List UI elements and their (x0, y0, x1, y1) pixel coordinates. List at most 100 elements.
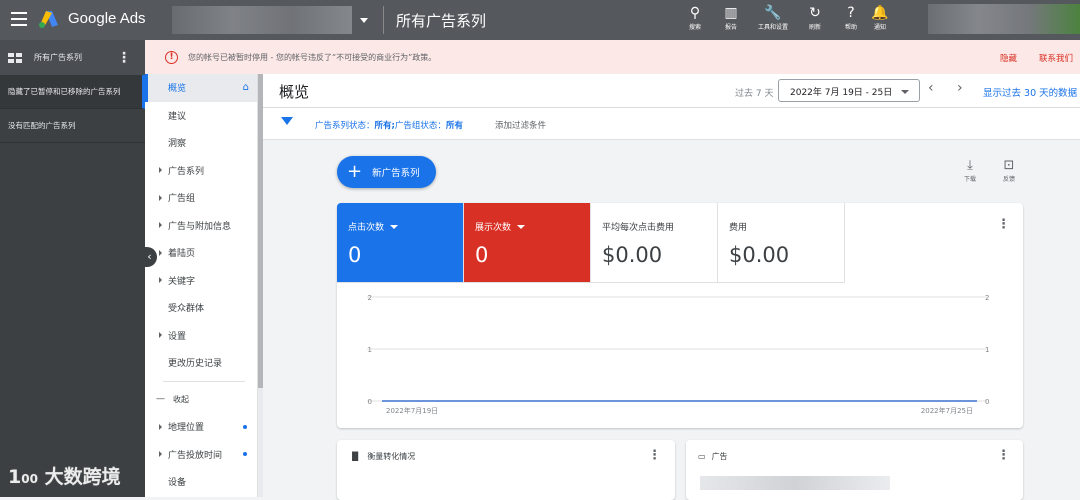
metric-tile[interactable]: 平均每次点击费用 $0.00 (591, 203, 718, 283)
active-filters[interactable]: 广告系列状态：所有;广告组状态：所有 (315, 119, 463, 131)
nav-label: 广告组 (168, 194, 196, 205)
expand-icon (159, 249, 162, 256)
metric-label: 点击次数 (348, 223, 385, 233)
tool-wrench[interactable]: 🔧 工具和设置 (753, 5, 793, 31)
nav-item[interactable]: 更改历史记录 (145, 349, 257, 377)
nav-item[interactable]: 地理位置 (145, 413, 257, 441)
more-vert-icon[interactable]: ⋮ (997, 448, 1010, 463)
contact-link[interactable]: 联系我们 (1039, 52, 1073, 64)
tool-report[interactable]: ▥ 报告 (711, 5, 751, 31)
bar-chart-icon: ▐▌ (349, 452, 362, 461)
y-tick-right: 0 (985, 398, 989, 406)
nav-label: 地理位置 (168, 423, 205, 434)
indicator-dot (243, 424, 247, 429)
add-filter-button[interactable]: 添加过滤条件 (495, 119, 546, 131)
overview-title: 概览 (279, 83, 310, 101)
pane-item[interactable]: 隐藏了已暂停和已移除的广告系列 (0, 75, 145, 109)
hide-link[interactable]: 隐藏 (1000, 52, 1017, 64)
metric-tile[interactable]: 费用 $0.00 (718, 203, 845, 283)
campaign-pane-header[interactable]: 所有广告系列 ⋮ (0, 40, 145, 75)
feedback-button[interactable]: ⊡ 反馈 (997, 158, 1021, 184)
metric-label: 费用 (729, 223, 748, 233)
metric-tile[interactable]: 点击次数 0 (337, 203, 464, 283)
nav-item[interactable]: 广告投放时间 (145, 441, 257, 469)
bell-icon: 🔔 (871, 5, 889, 21)
nav-item[interactable]: 广告与附加信息 (145, 212, 257, 240)
tool-search[interactable]: ⚲ 搜索 (675, 5, 715, 31)
nav-label: 关键字 (168, 276, 196, 287)
divider (163, 380, 245, 382)
new-campaign-button[interactable]: + 新广告系列 (337, 156, 436, 188)
ads-card: ▭ 广告 ⋮ (686, 440, 1023, 500)
alert-message: 您的帐号已被暂时停用 - 您的帐号违反了“不可接受的商业行为”政策。 (188, 52, 437, 62)
nav-item[interactable]: 设置 (145, 322, 257, 350)
account-dropdown-icon[interactable] (360, 18, 368, 23)
y-tick-right: 1 (985, 346, 989, 354)
filter-bar: 广告系列状态：所有;广告组状态：所有 添加过滤条件 (263, 108, 1080, 140)
prev-period-icon[interactable]: ‹ (928, 80, 934, 96)
tool-label: 刷新 (808, 24, 821, 31)
performance-card: 点击次数 0 展示次数 0 平均每次点击费用 $0.00 费用 $0.00 ⋮ 0 0 1 1 2 2 2… (337, 203, 1023, 428)
nav-item[interactable]: 建议 (145, 102, 257, 130)
blurred-content (700, 476, 890, 490)
nav-item[interactable]: 着陆页 (145, 239, 257, 267)
expand-icon (159, 167, 162, 174)
filter-icon[interactable] (281, 117, 293, 125)
nav-item[interactable]: 概览 ⌂ (145, 74, 257, 102)
filter-label: 广告系列状态： (315, 121, 375, 131)
y-tick-left: 0 (368, 398, 372, 406)
watermark-logo: 100 大数跨境 (8, 466, 121, 488)
search-icon: ⚲ (689, 5, 701, 21)
ad-icon: ▭ (698, 452, 706, 461)
x-tick-label: 2022年7月25日 (921, 406, 973, 415)
more-vert-icon[interactable]: ⋮ (648, 448, 661, 463)
refresh-icon: ↻ (809, 5, 821, 21)
date-range-value: 2022年 7月 19日 - 25日 (790, 88, 893, 98)
filter-label: 广告组状态： (394, 121, 446, 131)
nav-item[interactable]: 设备 (145, 468, 257, 496)
next-period-icon[interactable]: › (957, 80, 963, 96)
nav-item[interactable]: 关键字 (145, 267, 257, 295)
date-range-picker[interactable]: 2022年 7月 19日 - 25日 (778, 79, 920, 102)
y-tick-left: 1 (368, 346, 372, 354)
expand-icon (159, 423, 162, 430)
wrench-icon: 🔧 (764, 5, 782, 21)
filter-value: 所有 (445, 121, 463, 131)
nav-label: 广告投放时间 (168, 450, 223, 461)
nav-item[interactable]: 受众群体 (145, 294, 257, 322)
error-icon: ! (165, 50, 178, 64)
tool-bell[interactable]: 🔔 通知 (860, 5, 900, 31)
brand-name: Google Ads (68, 10, 146, 27)
menu-icon[interactable] (11, 12, 27, 26)
account-selector[interactable] (172, 6, 352, 34)
divider (383, 6, 384, 34)
nav-item[interactable]: 广告系列 (145, 157, 257, 185)
more-vert-icon[interactable]: ⋮ (997, 217, 1010, 232)
dropdown-icon (901, 90, 909, 94)
pane-item[interactable]: 没有匹配的广告系列 (0, 109, 145, 143)
nav-item[interactable]: 广告组 (145, 184, 257, 212)
nav-item[interactable]: 洞察 (145, 129, 257, 157)
collapse-item[interactable]: — 收起 (145, 386, 257, 414)
nav-label: 收起 (173, 394, 189, 404)
tool-label: 报告 (724, 24, 737, 31)
metric-tile[interactable]: 展示次数 0 (464, 203, 591, 283)
tool-refresh[interactable]: ↻ 刷新 (795, 5, 835, 31)
card-title: 衡量转化情况 (367, 452, 416, 461)
download-icon: ⤓ (967, 158, 973, 173)
metric-label: 平均每次点击费用 (602, 223, 675, 233)
more-vert-icon[interactable]: ⋮ (117, 50, 131, 66)
main-header: 概览 过去 7 天 2022年 7月 19日 - 25日 ‹ › 显示过去 30… (263, 74, 1080, 108)
expand-icon (159, 277, 162, 284)
show-30-days-link[interactable]: 显示过去 30 天的数据 (983, 85, 1077, 99)
account-info[interactable] (928, 4, 1080, 34)
y-tick-left: 2 (368, 294, 372, 302)
expand-icon (159, 222, 162, 229)
pane-title: 所有广告系列 (34, 53, 82, 62)
nav-label: 着陆页 (168, 249, 196, 260)
nav-label: 洞察 (168, 139, 187, 150)
download-button[interactable]: ⤓ 下载 (958, 158, 982, 184)
card-title: 广告 (711, 452, 728, 461)
alert-banner: ! 您的帐号已被暂时停用 - 您的帐号违反了“不可接受的商业行为”政策。 隐藏 … (145, 40, 1080, 74)
x-tick-label: 2022年7月19日 (386, 406, 438, 415)
